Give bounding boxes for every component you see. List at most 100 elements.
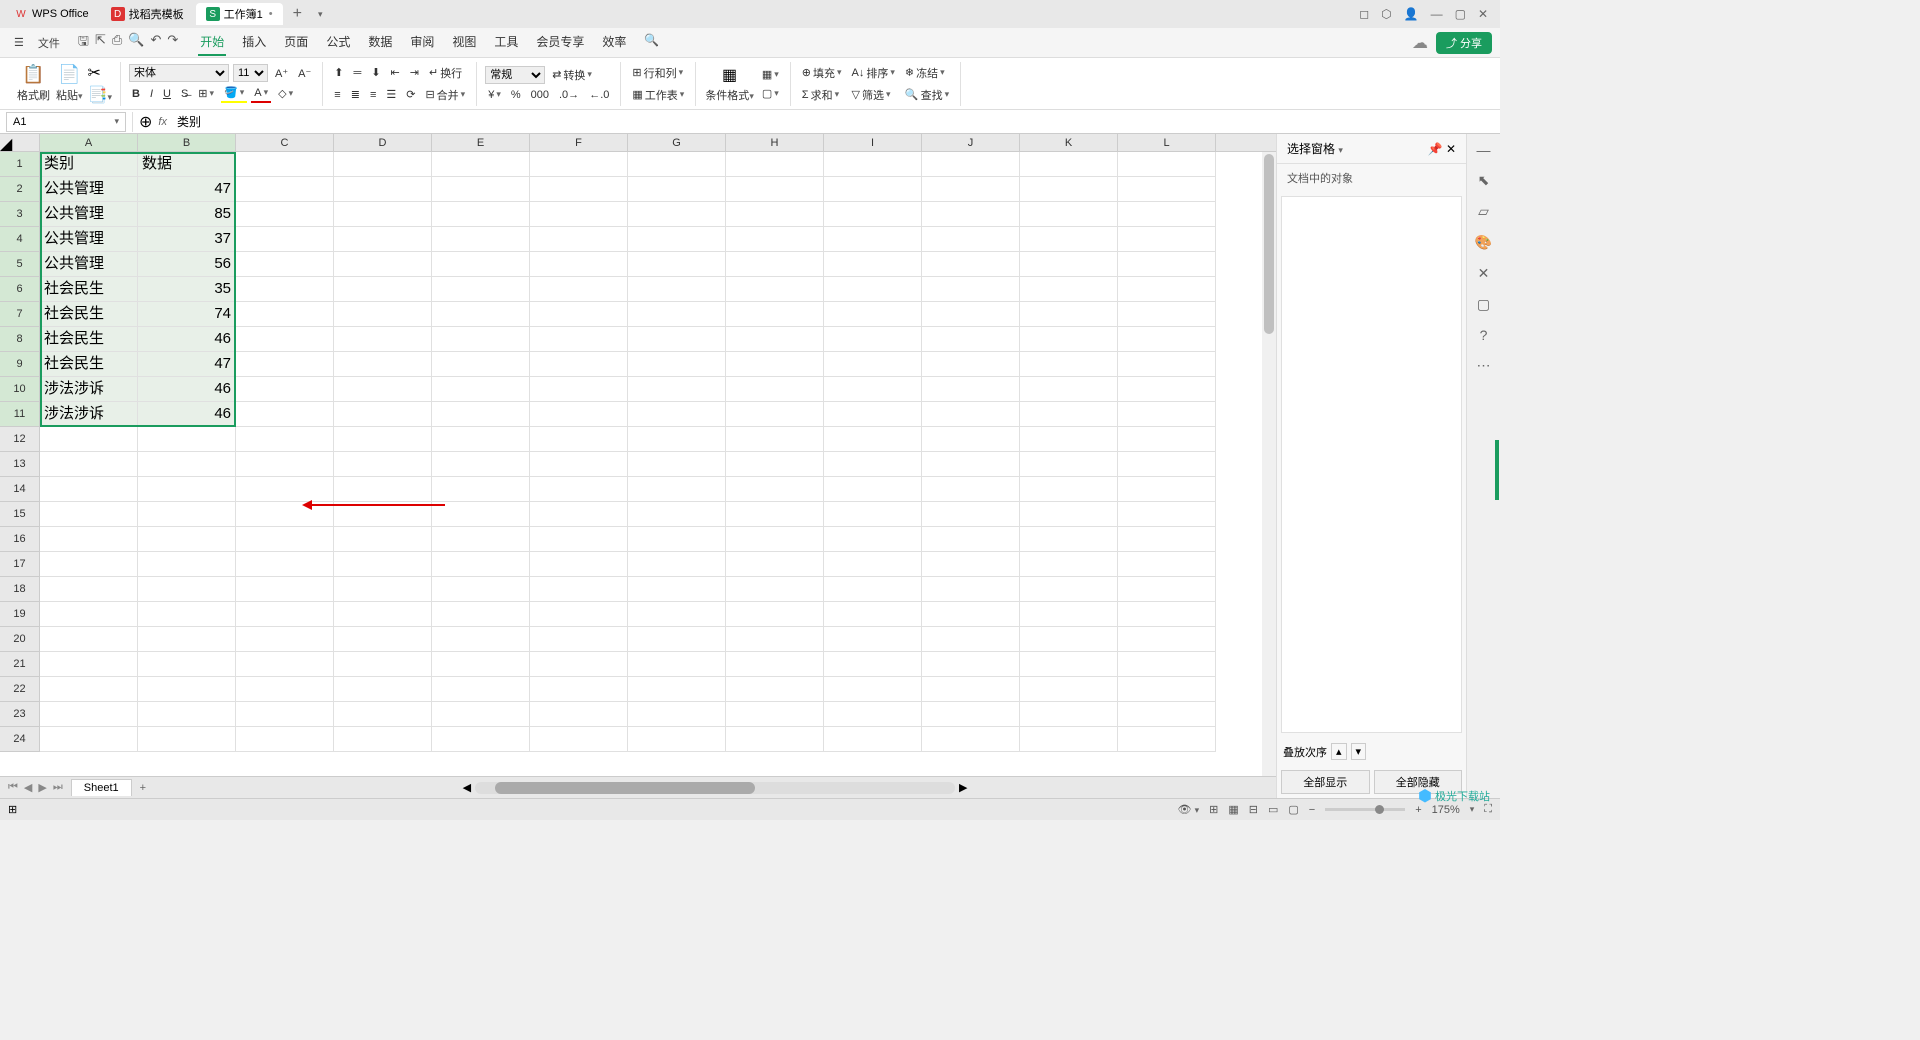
convert-button[interactable]: ⇄ 转换▾: [549, 65, 595, 85]
cell[interactable]: [334, 477, 432, 502]
cell[interactable]: [432, 477, 530, 502]
cell[interactable]: [1118, 527, 1216, 552]
cell[interactable]: [628, 252, 726, 277]
search-icon[interactable]: 🔍: [642, 29, 661, 56]
cell[interactable]: [432, 527, 530, 552]
cell[interactable]: [824, 227, 922, 252]
cell[interactable]: [726, 552, 824, 577]
freeze-button[interactable]: ❄ 冻结▾: [902, 63, 952, 83]
indent-dec-icon[interactable]: ⇤: [388, 64, 403, 81]
col-header[interactable]: F: [530, 134, 628, 151]
cell[interactable]: [726, 302, 824, 327]
cell[interactable]: [530, 727, 628, 752]
col-header[interactable]: C: [236, 134, 334, 151]
cell[interactable]: [334, 427, 432, 452]
cell[interactable]: 公共管理: [40, 252, 138, 277]
preview-icon[interactable]: 🔍: [128, 32, 144, 54]
cell[interactable]: [432, 202, 530, 227]
cell[interactable]: [334, 577, 432, 602]
vertical-scrollbar[interactable]: [1262, 152, 1276, 776]
view2-icon[interactable]: ⊟: [1249, 803, 1258, 816]
cell[interactable]: [530, 627, 628, 652]
cell[interactable]: 公共管理: [40, 177, 138, 202]
cell[interactable]: [628, 302, 726, 327]
tab-view[interactable]: 视图: [450, 29, 478, 56]
row-header[interactable]: 3: [0, 202, 40, 227]
col-header[interactable]: E: [432, 134, 530, 151]
cell[interactable]: [824, 402, 922, 427]
currency-icon[interactable]: ¥▾: [485, 87, 504, 103]
cell[interactable]: [1020, 427, 1118, 452]
cell[interactable]: [432, 552, 530, 577]
view4-icon[interactable]: ▢: [1288, 803, 1298, 816]
cell[interactable]: [1020, 502, 1118, 527]
user-icon[interactable]: 👤: [1404, 7, 1419, 21]
cell[interactable]: [530, 502, 628, 527]
tab-member[interactable]: 会员专享: [534, 29, 586, 56]
col-header[interactable]: H: [726, 134, 824, 151]
cell[interactable]: [334, 677, 432, 702]
view1-icon[interactable]: ▦: [1228, 803, 1238, 816]
cell[interactable]: [138, 627, 236, 652]
cell[interactable]: [1020, 402, 1118, 427]
tab-review[interactable]: 审阅: [408, 29, 436, 56]
row-header[interactable]: 11: [0, 402, 40, 427]
fill-button[interactable]: ⊕ 填充▾: [799, 63, 845, 83]
cell[interactable]: [40, 677, 138, 702]
cell[interactable]: [922, 502, 1020, 527]
tab-start[interactable]: 开始: [198, 29, 226, 56]
cell[interactable]: [1020, 577, 1118, 602]
cell[interactable]: [628, 602, 726, 627]
cell[interactable]: [824, 152, 922, 177]
cell[interactable]: [1118, 152, 1216, 177]
cell[interactable]: [138, 502, 236, 527]
hamburger-icon[interactable]: ☰: [8, 33, 30, 52]
justify-icon[interactable]: ☰: [383, 86, 399, 103]
tab-page[interactable]: 页面: [282, 29, 310, 56]
cell[interactable]: [726, 227, 824, 252]
window-icon[interactable]: ◻: [1359, 7, 1369, 21]
cell[interactable]: [726, 477, 824, 502]
cell[interactable]: [530, 577, 628, 602]
strike-button[interactable]: S̶: [178, 86, 191, 102]
cell[interactable]: [334, 177, 432, 202]
cell[interactable]: [432, 252, 530, 277]
cell[interactable]: [726, 352, 824, 377]
cell[interactable]: [334, 352, 432, 377]
select-all-corner[interactable]: ◢: [0, 134, 40, 151]
increase-font-icon[interactable]: A⁺: [272, 65, 291, 82]
cell[interactable]: [40, 427, 138, 452]
cell[interactable]: [138, 452, 236, 477]
cell[interactable]: [922, 552, 1020, 577]
cell[interactable]: [922, 652, 1020, 677]
align-left-icon[interactable]: ≡: [331, 87, 343, 103]
cell[interactable]: 社会民生: [40, 352, 138, 377]
cell[interactable]: [1118, 252, 1216, 277]
cell[interactable]: [922, 402, 1020, 427]
cell[interactable]: [922, 277, 1020, 302]
cell[interactable]: [922, 177, 1020, 202]
cell[interactable]: [138, 702, 236, 727]
find-button[interactable]: 🔍 查找▾: [902, 85, 952, 105]
cell[interactable]: [334, 327, 432, 352]
tab-workbook[interactable]: S 工作簿1 •: [196, 3, 283, 25]
cell[interactable]: [236, 452, 334, 477]
cell[interactable]: [1020, 677, 1118, 702]
cell[interactable]: [236, 527, 334, 552]
tab-data[interactable]: 数据: [366, 29, 394, 56]
col-header[interactable]: K: [1020, 134, 1118, 151]
col-header[interactable]: B: [138, 134, 236, 151]
cell[interactable]: [334, 652, 432, 677]
cell[interactable]: [1020, 252, 1118, 277]
maximize-button[interactable]: ▢: [1455, 7, 1466, 21]
decrease-font-icon[interactable]: A⁻: [295, 65, 314, 82]
cell[interactable]: [922, 527, 1020, 552]
cell-style-icon[interactable]: ▢▾: [759, 85, 782, 102]
cell[interactable]: [432, 627, 530, 652]
cell[interactable]: [236, 202, 334, 227]
cell[interactable]: [432, 427, 530, 452]
bold-button[interactable]: B: [129, 86, 143, 102]
cell[interactable]: [530, 377, 628, 402]
cell[interactable]: 公共管理: [40, 202, 138, 227]
col-header[interactable]: D: [334, 134, 432, 151]
